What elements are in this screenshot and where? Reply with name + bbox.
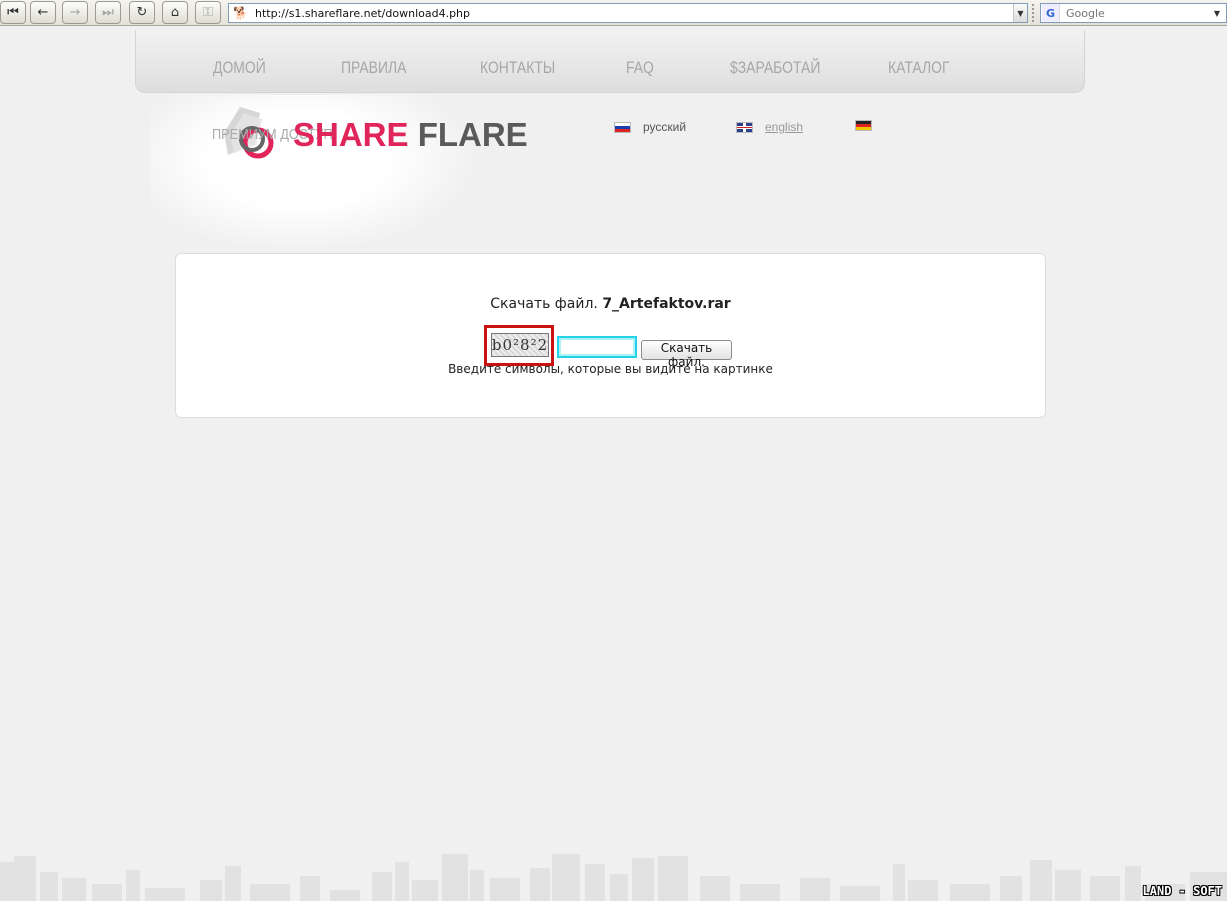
search-input[interactable] (1060, 6, 1210, 20)
nav-faq[interactable]: FAQ (626, 58, 654, 78)
browser-toolbar: ⏮ ← → ⏭ ↻ ⌂ ⚿ 🐕 http://s1.shareflare.net… (0, 0, 1227, 26)
forward-arrow-icon: → (69, 5, 81, 20)
captcha-hint: Введите символы, которые вы видите на ка… (448, 362, 773, 376)
home-button[interactable]: ⌂ (162, 1, 188, 24)
uk-flag-icon (736, 121, 753, 133)
lang-german[interactable] (855, 120, 884, 131)
back-button[interactable]: ← (30, 1, 56, 24)
watermark: LAND - SOFT (1142, 884, 1222, 898)
download-button[interactable]: Скачать файл. (641, 340, 732, 369)
key-icon: ⚿ (203, 5, 213, 20)
chevron-down-icon[interactable]: ▼ (1013, 4, 1027, 22)
forward-button[interactable]: → (62, 1, 88, 24)
site-logo[interactable]: SHARE FLARE (293, 116, 528, 154)
last-page-button[interactable]: ⏭ (95, 1, 121, 24)
city-skyline-decoration (0, 854, 1227, 901)
toolbar-grip[interactable] (1032, 4, 1036, 22)
captcha-image: b0²8²2 (491, 333, 549, 357)
back-arrow-icon: ← (37, 5, 49, 20)
file-name: 7_Artefaktov.rar (602, 296, 731, 312)
first-page-button[interactable]: ⏮ (0, 1, 26, 24)
skip-forward-icon: ⏭ (102, 5, 114, 20)
reload-button[interactable]: ↻ (129, 1, 155, 24)
address-bar[interactable]: 🐕 http://s1.shareflare.net/download4.php… (228, 3, 1028, 23)
nav-rules[interactable]: ПРАВИЛА (341, 58, 406, 78)
germany-flag-icon (855, 120, 872, 131)
download-panel: Скачать файл. 7_Artefaktov.rar b0²8²2 Ск… (175, 253, 1046, 418)
lang-english-label: english (765, 120, 804, 134)
site-nav: ДОМОЙ ПРАВИЛА КОНТАКТЫ FAQ $ЗАРАБОТАЙ КА… (135, 30, 1085, 93)
nav-contacts[interactable]: КОНТАКТЫ (480, 58, 555, 78)
lang-english[interactable]: english (736, 120, 803, 134)
reload-icon: ↻ (136, 5, 148, 20)
address-url[interactable]: http://s1.shareflare.net/download4.php (255, 7, 1013, 20)
download-prefix: Скачать файл. (490, 296, 598, 312)
dog-favicon-icon: 🐕 (233, 6, 248, 20)
lang-russian-label: русский (643, 120, 687, 134)
key-button[interactable]: ⚿ (195, 1, 221, 24)
captcha-highlight: b0²8²2 (484, 325, 554, 366)
search-box[interactable]: G ▼ (1040, 3, 1227, 23)
home-icon: ⌂ (170, 5, 180, 20)
chevron-down-icon[interactable]: ▼ (1210, 4, 1224, 22)
skip-back-icon: ⏮ (7, 5, 19, 20)
nav-earn[interactable]: $ЗАРАБОТАЙ (730, 58, 820, 78)
logo-flare: FLARE (417, 116, 528, 153)
logo-share: SHARE (293, 116, 409, 153)
russia-flag-icon (614, 121, 631, 133)
nav-catalog[interactable]: КАТАЛОГ (888, 58, 950, 78)
nav-home[interactable]: ДОМОЙ (213, 58, 266, 78)
lang-russian[interactable]: русский (614, 120, 686, 134)
download-title: Скачать файл. 7_Artefaktov.rar (176, 296, 1045, 312)
google-icon[interactable]: G (1042, 4, 1060, 22)
captcha-input[interactable] (557, 336, 637, 358)
